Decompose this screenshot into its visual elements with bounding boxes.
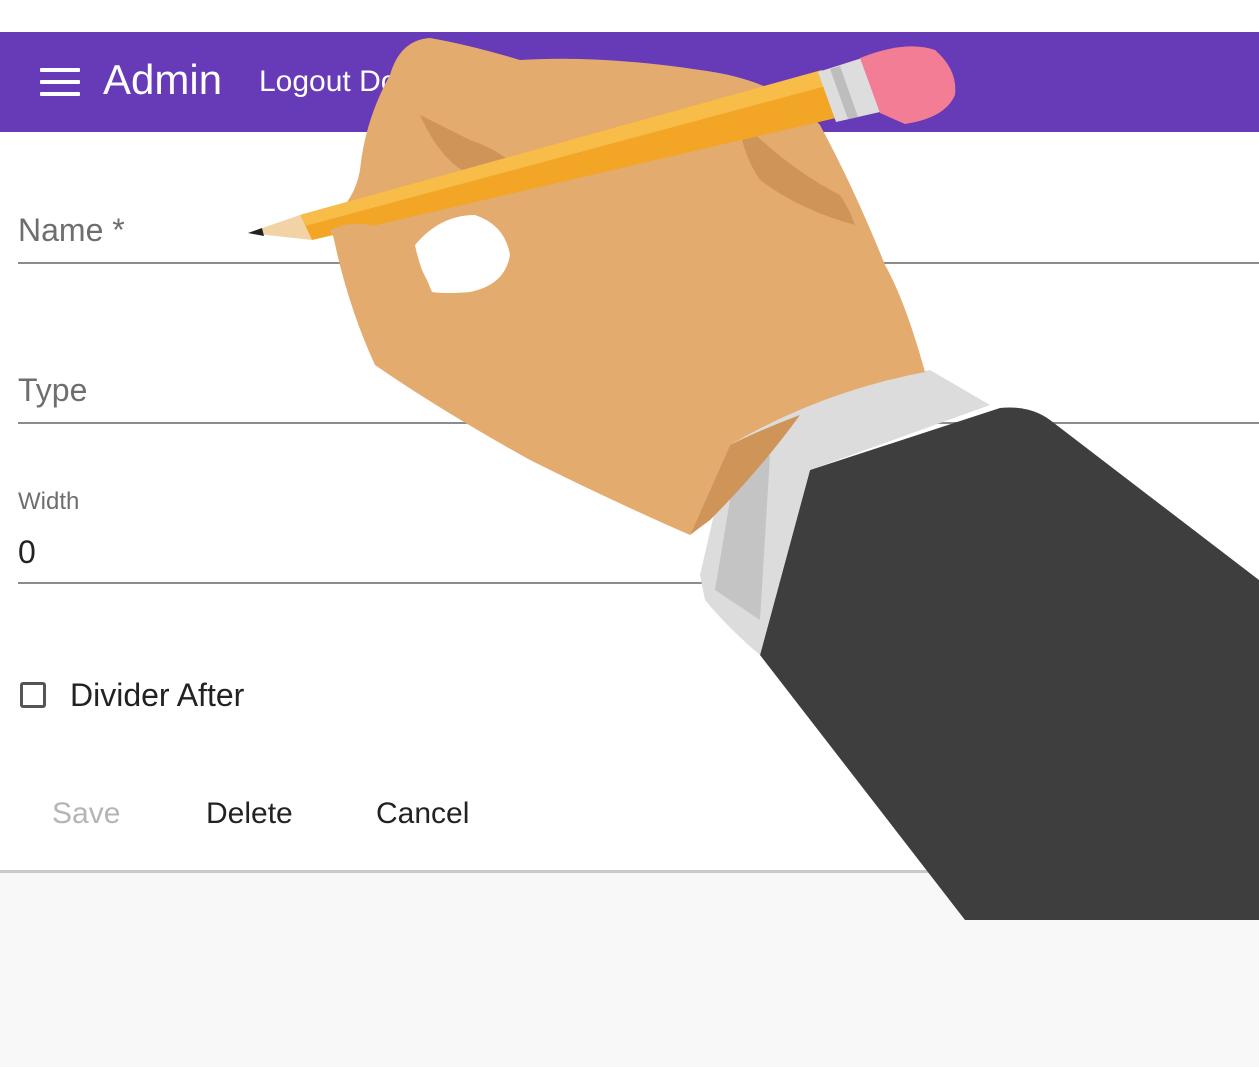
page: Admin Logout Do Name * Type Width 0 Divi…	[0, 0, 1259, 1067]
hand-with-pencil-illustration	[248, 38, 1259, 920]
